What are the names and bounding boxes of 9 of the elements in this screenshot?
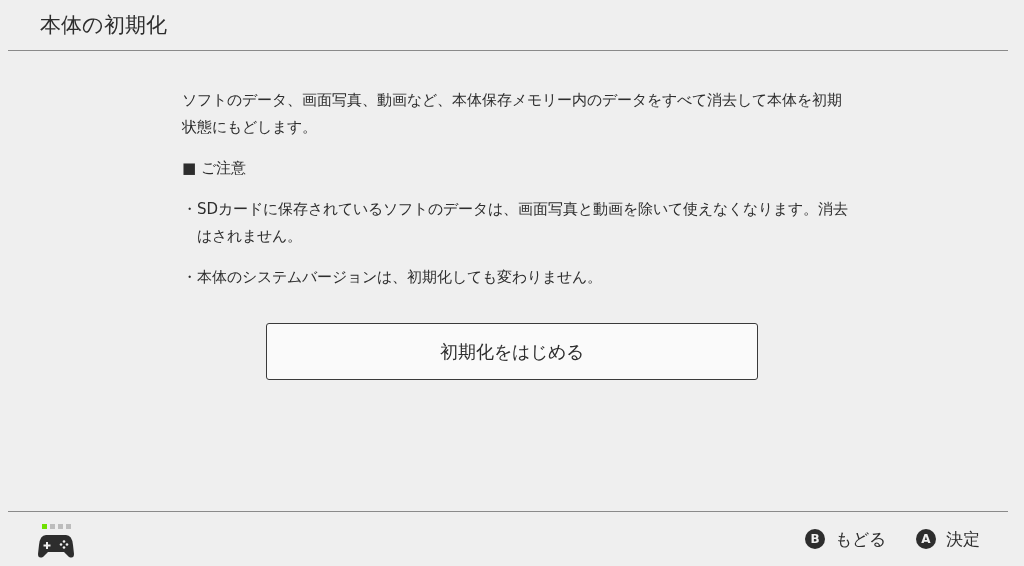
- note-text: ・SDカードに保存されているソフトのデータは、画面写真と動画を除いて使えなくなります。消去はされません。: [182, 199, 850, 247]
- note-text: ・本体のシステムバージョンは、初期化しても変わりません。: [182, 267, 603, 288]
- start-initialization-button[interactable]: 初期化をはじめる: [266, 323, 758, 380]
- screen-title: 本体の初期化: [40, 12, 167, 39]
- footer-action[interactable]: B もどる: [805, 527, 886, 551]
- notice-heading: ■ ご注意: [182, 158, 247, 179]
- gamepad-icon: [38, 532, 74, 559]
- footer-action[interactable]: A 決定: [916, 527, 980, 551]
- description-text: ソフトのデータ、画面写真、動画など、本体保存メモリー内のデータをすべて消去して本体を初期状態にもどします。: [182, 90, 843, 138]
